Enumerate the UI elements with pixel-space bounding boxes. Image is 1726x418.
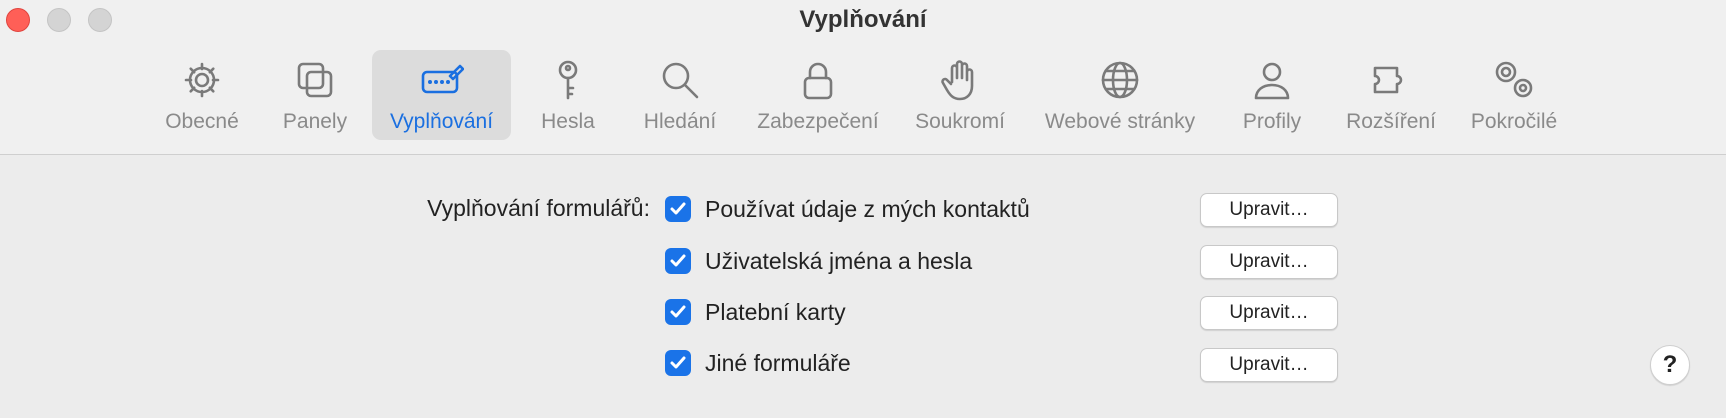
tab-passwords[interactable]: Hesla xyxy=(525,50,611,140)
tab-security[interactable]: Zabezpečení xyxy=(744,50,892,140)
key-icon xyxy=(544,56,592,104)
tab-label: Panely xyxy=(282,110,348,133)
tab-websites[interactable]: Webové stránky xyxy=(1034,50,1206,140)
tabs-icon xyxy=(291,56,339,104)
tab-general[interactable]: Obecné xyxy=(154,50,250,140)
toolbar: Vyplňování Obecné Panely Vyplňování Hesl… xyxy=(0,0,1726,155)
contacts-label: Používat údaje z mých kontaktů xyxy=(705,195,1030,222)
checkmark-icon xyxy=(670,305,686,318)
preferences-window: Vyplňování Obecné Panely Vyplňování Hesl… xyxy=(0,0,1726,418)
checkmark-icon xyxy=(670,202,686,215)
other-forms-checkbox[interactable] xyxy=(665,350,691,376)
window-title: Vyplňování xyxy=(799,6,927,33)
gears-icon xyxy=(1490,56,1538,104)
tab-label: Vyplňování xyxy=(389,110,494,133)
tab-tabs[interactable]: Panely xyxy=(268,50,362,140)
tab-label: Hledání xyxy=(643,110,717,133)
puzzle-icon xyxy=(1367,56,1415,104)
help-button[interactable]: ? xyxy=(1650,345,1690,385)
person-icon xyxy=(1248,56,1296,104)
tab-search[interactable]: Hledání xyxy=(632,50,728,140)
option-other-forms: Jiné formuláře xyxy=(665,345,851,381)
tab-label: Hesla xyxy=(541,110,595,133)
checkmark-icon xyxy=(670,254,686,267)
option-contacts: Používat údaje z mých kontaktů xyxy=(665,191,1030,227)
magnifier-icon xyxy=(656,56,704,104)
form-autofill-label: Vyplňování formulářů: xyxy=(427,195,650,221)
gear-icon xyxy=(178,56,226,104)
preferences-tabs: Obecné Panely Vyplňování Hesla Hledání Z… xyxy=(0,50,1726,140)
checkmark-icon xyxy=(670,356,686,369)
autofill-pane: Vyplňování formulářů: Používat údaje z m… xyxy=(0,155,1726,418)
edit-other-forms-button[interactable]: Upravit… xyxy=(1200,348,1338,382)
cards-checkbox[interactable] xyxy=(665,299,691,325)
edit-cards-button[interactable]: Upravit… xyxy=(1200,296,1338,330)
tab-label: Rozšíření xyxy=(1346,110,1436,133)
tab-label: Profily xyxy=(1242,110,1302,133)
tab-advanced[interactable]: Pokročilé xyxy=(1458,50,1570,140)
tab-profiles[interactable]: Profily xyxy=(1226,50,1318,140)
option-cards: Platební karty xyxy=(665,294,846,330)
autofill-icon xyxy=(418,56,466,104)
cards-label: Platební karty xyxy=(705,298,846,325)
tab-label: Pokročilé xyxy=(1470,110,1558,133)
hand-icon xyxy=(936,56,984,104)
lock-icon xyxy=(794,56,842,104)
edit-usernames-button[interactable]: Upravit… xyxy=(1200,245,1338,279)
option-usernames: Uživatelská jména a hesla xyxy=(665,243,972,279)
tab-autofill[interactable]: Vyplňování xyxy=(372,50,511,140)
tab-label: Obecné xyxy=(165,110,239,133)
contacts-checkbox[interactable] xyxy=(665,196,691,222)
usernames-label: Uživatelská jména a hesla xyxy=(705,247,973,274)
tab-label: Webové stránky xyxy=(1044,110,1196,133)
tab-extensions[interactable]: Rozšíření xyxy=(1336,50,1446,140)
tab-label: Soukromí xyxy=(915,110,1005,133)
tab-label: Zabezpečení xyxy=(757,110,879,133)
usernames-checkbox[interactable] xyxy=(665,248,691,274)
tab-privacy[interactable]: Soukromí xyxy=(908,50,1012,140)
globe-icon xyxy=(1096,56,1144,104)
other-forms-label: Jiné formuláře xyxy=(705,349,851,376)
edit-contacts-button[interactable]: Upravit… xyxy=(1200,193,1338,227)
